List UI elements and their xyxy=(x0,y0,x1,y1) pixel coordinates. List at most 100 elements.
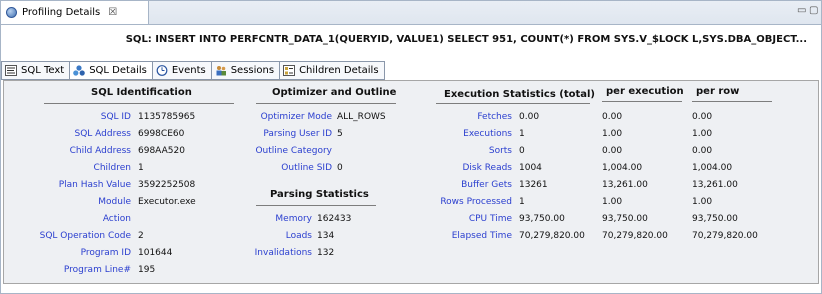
sql-id-value: 1135785965 xyxy=(138,112,196,122)
sql-address-value: 6998CE60 xyxy=(138,129,185,139)
sorts-per-execution: 0.00 xyxy=(602,146,623,156)
children-label: Children xyxy=(93,163,131,173)
program-line-value: 195 xyxy=(138,265,156,275)
tab-sessions-label: Sessions xyxy=(230,65,275,76)
disk-reads-label: Disk Reads xyxy=(462,163,513,173)
cpu-time-per-execution: 93,750.00 xyxy=(602,214,648,224)
invalidations-value: 132 xyxy=(317,248,335,258)
sql-identification-header: SQL Identification xyxy=(91,87,192,98)
parsing-statistics-rule xyxy=(256,205,376,206)
execution-statistics-rule xyxy=(436,103,590,104)
minimize-icon[interactable]: ▭ xyxy=(797,5,806,16)
cpu-time-per-row: 93,750.00 xyxy=(692,214,738,224)
disk-reads-per-row: 1,004.00 xyxy=(692,163,733,173)
close-icon[interactable]: ☒ xyxy=(108,7,117,18)
sorts-total: 0 xyxy=(519,146,525,156)
buffer-gets-label: Buffer Gets xyxy=(461,180,512,190)
children-value: 1 xyxy=(138,163,144,173)
child-address-value: 698AA520 xyxy=(138,146,185,156)
optimizer-mode-value: ALL_ROWS xyxy=(337,112,386,122)
sql-details-panel: SQL Identification SQL ID 1135785965 SQL… xyxy=(3,80,819,284)
sql-operation-code-value: 2 xyxy=(138,231,144,241)
plan-hash-value-value: 3592252508 xyxy=(138,180,196,190)
program-id-value: 101644 xyxy=(138,248,173,258)
program-line-label: Program Line# xyxy=(63,265,131,275)
fetches-per-execution: 0.00 xyxy=(602,112,623,122)
buffer-gets-per-execution: 13,261.00 xyxy=(602,180,648,190)
per-execution-header: per execution xyxy=(606,86,684,97)
child-address-label: Child Address xyxy=(69,146,131,156)
tab-sql-details[interactable]: SQL Details xyxy=(69,61,152,80)
module-value: Executor.exe xyxy=(138,197,196,207)
rows-processed-total: 1 xyxy=(519,197,525,207)
cpu-time-total: 93,750.00 xyxy=(519,214,565,224)
optimizer-mode-label: Optimizer Mode xyxy=(260,112,332,122)
executions-per-row: 1.00 xyxy=(692,129,713,139)
sorts-label: Sorts xyxy=(488,146,512,156)
per-row-header: per row xyxy=(696,86,740,97)
children-details-icon xyxy=(283,65,296,76)
loads-value: 134 xyxy=(317,231,335,241)
disk-reads-total: 1004 xyxy=(519,163,542,173)
elapsed-time-per-execution: 70,279,820.00 xyxy=(602,231,668,241)
tab-children-details[interactable]: Children Details xyxy=(279,61,385,80)
tab-events[interactable]: Events xyxy=(151,61,211,80)
optimizer-outline-header: Optimizer and Outline xyxy=(272,87,397,98)
profiling-details-view: Profiling Details ☒ ▭ ▢ SQL: INSERT INTO… xyxy=(0,0,822,294)
events-icon xyxy=(156,65,168,76)
view-tab-bar: Profiling Details ☒ ▭ ▢ xyxy=(1,1,821,25)
tab-sql-text-label: SQL Text xyxy=(21,65,65,76)
plan-hash-value-label: Plan Hash Value xyxy=(58,180,131,190)
rows-processed-per-row: 1.00 xyxy=(692,197,713,207)
profiling-details-tab[interactable]: Profiling Details ☒ xyxy=(1,1,149,24)
sql-text-icon xyxy=(5,65,17,76)
sql-statement-header: SQL: INSERT INTO PERFCNTR_DATA_1(QUERYID… xyxy=(125,33,807,45)
executions-total: 1 xyxy=(519,129,525,139)
sql-operation-code-label: SQL Operation Code xyxy=(39,231,131,241)
invalidations-label: Invalidations xyxy=(254,248,312,258)
tab-sql-details-label: SQL Details xyxy=(89,65,147,76)
outline-category-label: Outline Category xyxy=(255,146,332,156)
loads-label: Loads xyxy=(285,231,312,241)
cpu-time-label: CPU Time xyxy=(468,214,512,224)
optimizer-outline-rule xyxy=(256,103,396,104)
module-label: Module xyxy=(98,197,131,207)
execution-statistics-header: Execution Statistics (total) xyxy=(444,89,595,100)
sorts-per-row: 0.00 xyxy=(692,146,713,156)
tab-events-label: Events xyxy=(171,65,206,76)
sql-address-label: SQL Address xyxy=(74,129,131,139)
executions-per-execution: 1.00 xyxy=(602,129,623,139)
view-tab-title: Profiling Details xyxy=(22,7,101,18)
buffer-gets-per-row: 13,261.00 xyxy=(692,180,738,190)
program-id-label: Program ID xyxy=(80,248,131,258)
sql-id-label: SQL ID xyxy=(100,112,131,122)
per-execution-rule xyxy=(602,101,682,102)
sql-identification-rule xyxy=(44,103,234,104)
tab-children-details-label: Children Details xyxy=(299,65,379,76)
elapsed-time-total: 70,279,820.00 xyxy=(519,231,585,241)
sessions-icon xyxy=(215,65,227,76)
rows-processed-per-execution: 1.00 xyxy=(602,197,623,207)
sql-details-icon xyxy=(73,65,86,76)
action-label: Action xyxy=(102,214,131,224)
fetches-label: Fetches xyxy=(477,112,512,122)
detail-subtabs: SQL Text SQL Details Events Sessions Chi… xyxy=(1,61,385,80)
elapsed-time-per-row: 70,279,820.00 xyxy=(692,231,758,241)
profiling-icon xyxy=(6,7,17,18)
disk-reads-per-execution: 1,004.00 xyxy=(602,163,643,173)
tab-sessions[interactable]: Sessions xyxy=(210,61,280,80)
fetches-per-row: 0.00 xyxy=(692,112,713,122)
parsing-user-id-value: 5 xyxy=(337,129,343,139)
memory-value: 162433 xyxy=(317,214,352,224)
tab-sql-text[interactable]: SQL Text xyxy=(1,61,70,80)
memory-label: Memory xyxy=(275,214,312,224)
parsing-statistics-header: Parsing Statistics xyxy=(270,189,369,200)
parsing-user-id-label: Parsing User ID xyxy=(263,129,332,139)
rows-processed-label: Rows Processed xyxy=(440,197,512,207)
outline-sid-label: Outline SID xyxy=(281,163,332,173)
maximize-icon[interactable]: ▢ xyxy=(809,5,818,16)
per-row-rule xyxy=(692,101,772,102)
fetches-total: 0.00 xyxy=(519,112,540,122)
executions-label: Executions xyxy=(463,129,512,139)
buffer-gets-total: 13261 xyxy=(519,180,548,190)
